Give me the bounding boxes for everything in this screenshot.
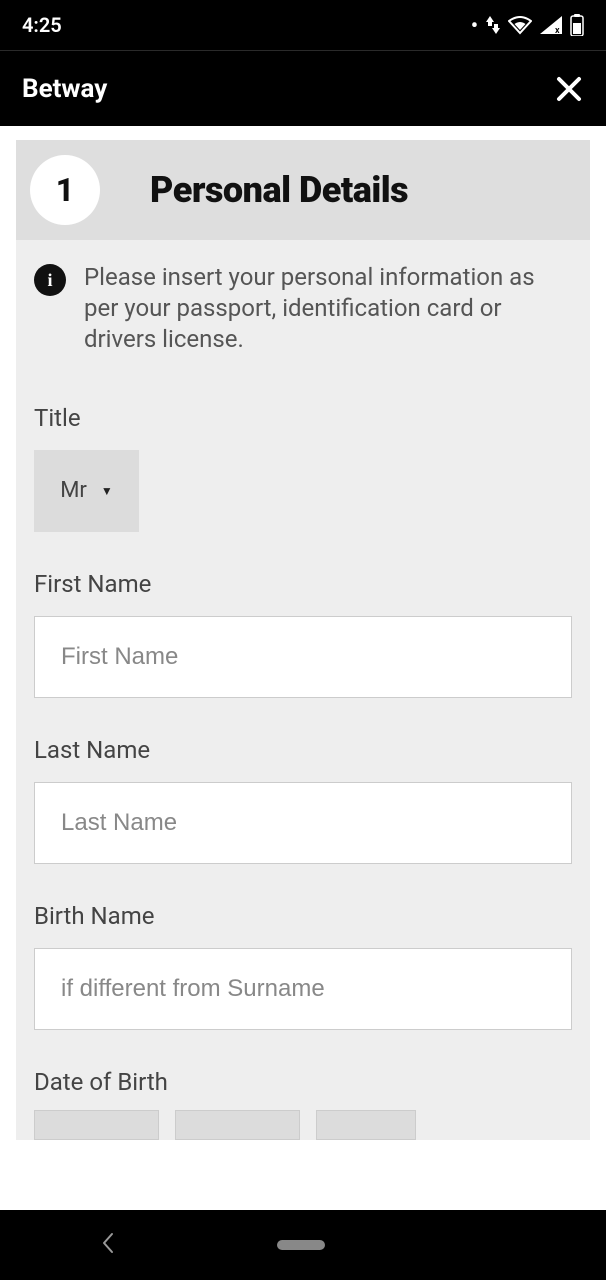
dob-year-select[interactable] xyxy=(316,1110,416,1140)
dob-label: Date of Birth xyxy=(34,1068,572,1096)
step-header: 1 Personal Details xyxy=(16,140,590,240)
wifi-icon xyxy=(508,15,532,35)
step-number-badge: 1 xyxy=(30,155,100,225)
arrows-icon xyxy=(486,16,500,34)
info-icon: i xyxy=(34,264,66,296)
title-select[interactable]: Mr ▼ xyxy=(34,450,139,532)
chevron-down-icon: ▼ xyxy=(101,484,113,498)
svg-text:x: x xyxy=(555,26,560,34)
step-title: Personal Details xyxy=(150,169,408,211)
title-selected-value: Mr xyxy=(60,478,87,503)
field-title: Title Mr ▼ xyxy=(34,404,572,532)
birth-name-input[interactable] xyxy=(34,948,572,1030)
system-nav-bar xyxy=(0,1210,606,1280)
form-area: i Please insert your personal informatio… xyxy=(16,240,590,1140)
signal-icon: x xyxy=(540,16,562,34)
field-dob: Date of Birth xyxy=(34,1068,572,1140)
birth-name-label: Birth Name xyxy=(34,902,572,930)
first-name-label: First Name xyxy=(34,570,572,598)
title-label: Title xyxy=(34,404,572,432)
dob-month-select[interactable] xyxy=(175,1110,300,1140)
last-name-label: Last Name xyxy=(34,736,572,764)
dob-row xyxy=(34,1110,572,1140)
field-first-name: First Name xyxy=(34,570,572,698)
battery-icon xyxy=(570,14,584,36)
dob-day-select[interactable] xyxy=(34,1110,159,1140)
field-birth-name: Birth Name xyxy=(34,902,572,1030)
back-icon xyxy=(100,1231,116,1255)
status-time: 4:25 xyxy=(22,13,62,37)
app-title: Betway xyxy=(22,74,107,104)
close-icon xyxy=(556,76,582,102)
status-indicators: • x xyxy=(471,13,584,37)
info-text: Please insert your personal information … xyxy=(84,262,572,356)
nav-back-button[interactable] xyxy=(100,1231,116,1259)
nav-home-button[interactable] xyxy=(277,1240,325,1250)
app-header: Betway xyxy=(0,50,606,126)
content-area: 1 Personal Details i Please insert your … xyxy=(0,126,606,1210)
close-button[interactable] xyxy=(554,74,584,104)
field-last-name: Last Name xyxy=(34,736,572,864)
status-bar: 4:25 • x xyxy=(0,0,606,50)
last-name-input[interactable] xyxy=(34,782,572,864)
dot-icon: • xyxy=(471,13,478,37)
first-name-input[interactable] xyxy=(34,616,572,698)
info-message: i Please insert your personal informatio… xyxy=(34,262,572,356)
